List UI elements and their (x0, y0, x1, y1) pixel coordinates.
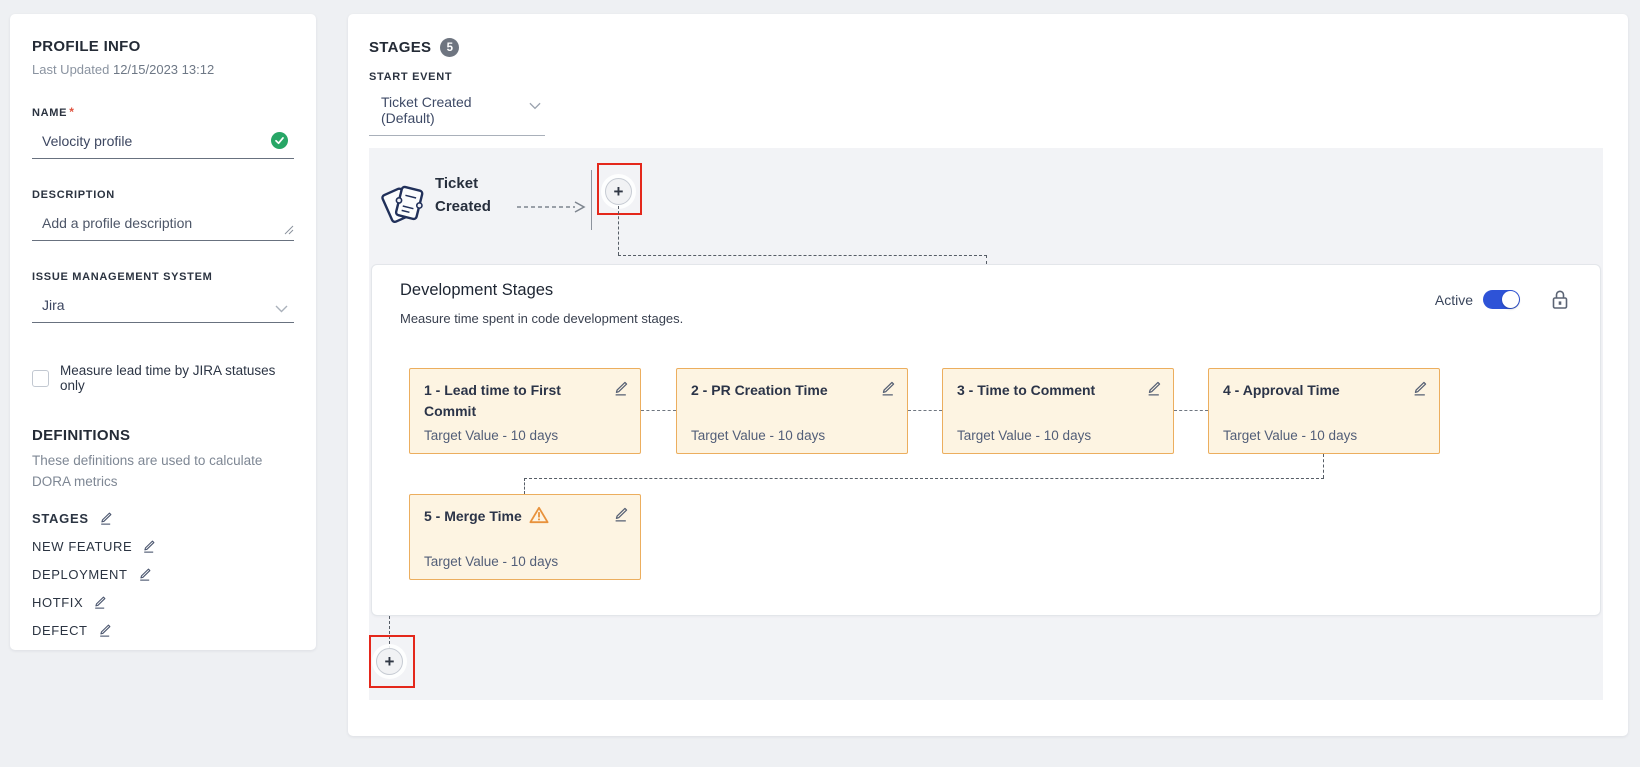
start-event-value[interactable]: Ticket Created (Default) (381, 94, 472, 126)
flow-divider-line (591, 170, 592, 230)
stage-card-target: Target Value - 10 days (691, 428, 825, 443)
definitions-item-stages-label: STAGES (32, 511, 89, 526)
start-event-label: START EVENT (369, 71, 1628, 83)
stages-canvas: Ticket Created + Development Stages Meas… (369, 148, 1603, 700)
chevron-down-icon (529, 97, 541, 113)
ims-value[interactable]: Jira (42, 297, 65, 313)
connector-line (618, 255, 987, 256)
lead-time-checkbox-row: Measure lead time by JIRA statuses only (32, 363, 294, 393)
last-updated: Last Updated 12/15/2023 13:12 (32, 62, 294, 77)
stage-count-badge: 5 (440, 38, 459, 57)
definitions-item-new-feature: NEW FEATURE (32, 539, 294, 554)
development-stages-panel: Development Stages Measure time spent in… (371, 264, 1601, 616)
name-field[interactable]: Velocity profile (32, 127, 294, 159)
connector-line (1174, 410, 1208, 411)
required-asterisk: * (69, 105, 74, 119)
name-label-text: NAME (32, 107, 67, 119)
edit-stage-icon[interactable] (612, 380, 629, 402)
stage-card-2[interactable]: 2 - PR Creation Time Target Value - 10 d… (676, 368, 908, 454)
stage-card-title: 4 - Approval Time (1223, 380, 1425, 401)
warning-icon (529, 506, 549, 530)
start-node-label: Ticket Created (435, 172, 513, 218)
ims-select[interactable]: Jira (32, 291, 294, 323)
stage-card-target: Target Value - 10 days (957, 428, 1091, 443)
connector-line (524, 478, 525, 494)
active-toggle[interactable] (1483, 290, 1520, 309)
description-input[interactable]: Add a profile description (42, 215, 192, 231)
resize-handle-icon[interactable] (284, 222, 294, 238)
edit-icon[interactable] (98, 511, 113, 526)
definitions-item-deployment: DEPLOYMENT (32, 567, 294, 582)
connector-line (618, 206, 619, 255)
ticket-icon (381, 178, 427, 235)
plus-icon: + (614, 182, 624, 202)
stage-card-target: Target Value - 10 days (424, 554, 558, 569)
profile-sidebar: PROFILE INFO Last Updated 12/15/2023 13:… (10, 14, 316, 650)
lead-time-checkbox-label: Measure lead time by JIRA statuses only (60, 363, 294, 393)
stage-card-title: 5 - Merge Time (424, 506, 626, 530)
add-stage-button-top[interactable]: + (605, 178, 632, 205)
stage-card-title: 2 - PR Creation Time (691, 380, 893, 401)
description-label: DESCRIPTION (32, 189, 294, 201)
ims-label: ISSUE MANAGEMENT SYSTEM (32, 271, 294, 283)
definitions-item-deployment-label: DEPLOYMENT (32, 567, 128, 582)
connector-line (641, 410, 676, 411)
active-toggle-row: Active (1435, 289, 1569, 310)
definitions-item-hotfix: HOTFIX (32, 595, 294, 610)
stages-title: STAGES (369, 39, 431, 56)
add-stage-button-bottom[interactable]: + (376, 648, 403, 675)
start-event-select[interactable]: Ticket Created (Default) (369, 87, 545, 136)
active-label: Active (1435, 292, 1473, 308)
connector-line (908, 410, 942, 411)
plus-icon: + (385, 652, 395, 672)
stage-card-3[interactable]: 3 - Time to Comment Target Value - 10 da… (942, 368, 1174, 454)
stages-main-panel: STAGES 5 START EVENT Ticket Created (Def… (348, 14, 1628, 736)
description-field[interactable]: Add a profile description (32, 209, 294, 241)
edit-stage-icon[interactable] (1145, 380, 1162, 402)
profile-info-title: PROFILE INFO (32, 38, 294, 55)
stage-card-title: 3 - Time to Comment (957, 380, 1159, 401)
development-stages-subtitle: Measure time spent in code development s… (400, 311, 683, 326)
definitions-item-defect-label: DEFECT (32, 623, 88, 638)
stage-card-title-text: 5 - Merge Time (424, 508, 522, 524)
check-circle-icon (271, 132, 288, 149)
definitions-item-hotfix-label: HOTFIX (32, 595, 83, 610)
lead-time-checkbox[interactable] (32, 370, 49, 387)
stage-card-target: Target Value - 10 days (424, 428, 558, 443)
development-stages-title: Development Stages (400, 281, 553, 300)
stage-card-4[interactable]: 4 - Approval Time Target Value - 10 days (1208, 368, 1440, 454)
edit-icon[interactable] (97, 623, 112, 638)
lock-icon (1551, 289, 1569, 310)
chevron-down-icon (275, 300, 288, 316)
connector-line (1323, 454, 1324, 478)
definitions-item-stages: STAGES (32, 511, 294, 526)
stage-card-target: Target Value - 10 days (1223, 428, 1357, 443)
last-updated-value: 12/15/2023 13:12 (113, 62, 214, 77)
flow-arrow-icon (517, 200, 587, 218)
definitions-item-new-feature-label: NEW FEATURE (32, 539, 132, 554)
edit-icon[interactable] (92, 595, 107, 610)
definitions-item-defect: DEFECT (32, 623, 294, 638)
name-label: NAME* (32, 105, 294, 119)
toggle-knob (1502, 291, 1519, 308)
edit-stage-icon[interactable] (612, 506, 629, 528)
definitions-title: DEFINITIONS (32, 427, 294, 444)
edit-icon[interactable] (141, 539, 156, 554)
last-updated-label: Last Updated (32, 62, 109, 77)
edit-stage-icon[interactable] (879, 380, 896, 402)
name-input[interactable]: Velocity profile (42, 133, 132, 149)
stage-card-5[interactable]: 5 - Merge Time Target Value - 10 days (409, 494, 641, 580)
edit-stage-icon[interactable] (1411, 380, 1428, 402)
connector-line (986, 255, 987, 264)
connector-line (524, 478, 1324, 479)
definitions-subtitle: These definitions are used to calculate … (32, 451, 284, 493)
edit-icon[interactable] (137, 567, 152, 582)
stage-card-title: 1 - Lead time to First Commit (424, 380, 626, 422)
stage-card-1[interactable]: 1 - Lead time to First Commit Target Val… (409, 368, 641, 454)
